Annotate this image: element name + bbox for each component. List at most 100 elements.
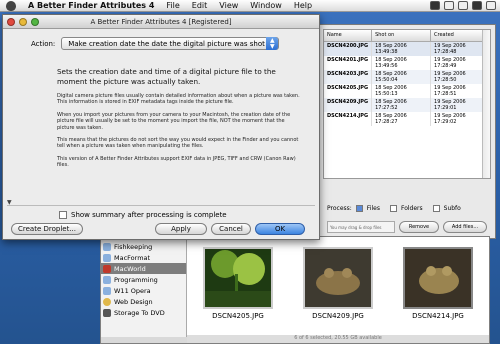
- sidebar-item-label: Fishkeeping: [114, 242, 153, 251]
- dialog-titlebar[interactable]: A Better Finder Attributes 4 [Registered…: [3, 15, 319, 29]
- create-droplet-button[interactable]: Create Droplet...: [11, 223, 83, 235]
- action-popup-value: Make creation date the date the digital …: [68, 39, 265, 48]
- folder-icon: [103, 286, 111, 295]
- menu-help[interactable]: Help: [288, 1, 318, 10]
- apply-button[interactable]: Apply: [155, 223, 207, 235]
- files-checkbox[interactable]: [355, 205, 363, 212]
- folder-icon: [103, 242, 111, 251]
- apple-menu-icon[interactable]: [6, 0, 16, 11]
- action-row: Action: Make creation date the date the …: [13, 37, 280, 50]
- file-name: DSCN4203.JPG: [324, 69, 373, 84]
- sidebar-item-label: Storage To DVD: [114, 308, 165, 317]
- sidebar-item-w11-opera[interactable]: W11 Opera: [101, 285, 186, 296]
- file-created: 19 Sep 2006 17:28:50: [430, 69, 490, 84]
- action-popup[interactable]: Make creation date the date the digital …: [61, 37, 280, 50]
- thumbnail-image[interactable]: [303, 247, 373, 309]
- file-created: 19 Sep 2006 17:28:48: [430, 41, 490, 56]
- sidebar-item-label: Programming: [114, 275, 158, 284]
- menu-extra-icon-3[interactable]: [458, 1, 468, 10]
- menu-view[interactable]: View: [213, 1, 244, 10]
- sidebar-item-web-design[interactable]: Web Design: [101, 296, 186, 307]
- file-shot-on: 18 Sep 2006 15:50:13: [371, 83, 432, 98]
- folder-icon: [103, 253, 111, 262]
- vertical-scrollbar[interactable]: [482, 30, 490, 178]
- menu-window[interactable]: Window: [244, 1, 288, 10]
- menu-extra-icon-5[interactable]: [486, 1, 496, 10]
- thumbnail-image[interactable]: [403, 247, 473, 309]
- menu-extra-icon-4[interactable]: [472, 1, 482, 10]
- file-list-window: Name Shot on Created DSCN4200.JPG 18 Sep…: [318, 24, 496, 239]
- plant-photo: [205, 249, 271, 307]
- sidebar-item-label: MacFormat: [114, 253, 151, 262]
- file-name: DSCN4201.JPG: [324, 55, 373, 70]
- file-name: DSCN4214.JPG: [324, 111, 373, 126]
- show-summary-checkbox[interactable]: [59, 211, 67, 219]
- menu-file[interactable]: File: [160, 1, 185, 10]
- thumbnail-image[interactable]: [203, 247, 273, 309]
- sidebar-item-storage-to-dvd[interactable]: Storage To DVD: [101, 307, 186, 318]
- process-options: Process: Files Folders Subfo: [327, 205, 493, 212]
- file-created: 19 Sep 2006 17:29:02: [430, 111, 490, 126]
- menu-edit[interactable]: Edit: [186, 1, 214, 10]
- file-list-table: Name Shot on Created DSCN4200.JPG 18 Sep…: [323, 29, 491, 179]
- thumbnail-caption[interactable]: DSCN4209.JPG: [296, 312, 380, 320]
- sidebar-item-programming[interactable]: Programming: [101, 274, 186, 285]
- cancel-button[interactable]: Cancel: [211, 223, 251, 235]
- updown-arrows-icon: ▲ ▼: [266, 37, 279, 50]
- description-paragraph: This version of A Better Finder Attribut…: [57, 155, 296, 169]
- file-shot-on: 18 Sep 2006 17:28:27: [371, 111, 432, 126]
- show-summary-label: Show summary after processing is complet…: [71, 211, 227, 219]
- table-row[interactable]: DSCN4209.JPG 18 Sep 2006 17:27:52 19 Sep…: [324, 97, 490, 112]
- file-shot-on: 18 Sep 2006 17:27:52: [371, 97, 432, 112]
- table-row[interactable]: DSCN4214.JPG 18 Sep 2006 17:28:27 19 Sep…: [324, 111, 490, 126]
- column-shot-on[interactable]: Shot on: [371, 30, 432, 42]
- file-created: 19 Sep 2006 17:28:49: [430, 55, 490, 70]
- finder-status-bar: 6 of 6 selected, 20.55 GB available: [187, 335, 489, 343]
- file-name: DSCN4205.JPG: [324, 83, 373, 98]
- menu-extra-icon-1[interactable]: [430, 1, 440, 10]
- file-name: DSCN4209.JPG: [324, 97, 373, 112]
- description-paragraph: Digital camera picture files usually con…: [57, 93, 300, 106]
- sidebar-item-label: W11 Opera: [114, 286, 151, 295]
- file-shot-on: 18 Sep 2006 13:49:38: [371, 41, 432, 56]
- folder-icon: [103, 264, 111, 273]
- divider: [7, 205, 315, 206]
- file-created: 19 Sep 2006 17:28:51: [430, 83, 490, 98]
- abfa-dialog: A Better Finder Attributes 4 [Registered…: [2, 14, 320, 240]
- subfolders-checkbox[interactable]: [432, 205, 440, 212]
- subfolders-label: Subfo: [443, 205, 461, 212]
- folder-icon: [103, 275, 111, 284]
- sidebar-item-macworld[interactable]: MacWorld: [101, 263, 186, 274]
- dialog-title: A Better Finder Attributes 4 [Registered…: [90, 18, 232, 26]
- column-name[interactable]: Name: [324, 30, 373, 42]
- sidebar-item-label: MacWorld: [114, 264, 146, 273]
- thumbnail-caption[interactable]: DSCN4214.JPG: [396, 312, 480, 320]
- sidebar-item-macformat[interactable]: MacFormat: [101, 252, 186, 263]
- process-label: Process:: [327, 205, 352, 212]
- menu-extra-icon-2[interactable]: [444, 1, 454, 10]
- files-label: Files: [366, 205, 380, 212]
- globe-icon: [103, 297, 111, 306]
- column-created[interactable]: Created: [430, 30, 490, 42]
- folders-checkbox[interactable]: [389, 205, 397, 212]
- table-row[interactable]: DSCN4201.JPG 18 Sep 2006 13:49:56 19 Sep…: [324, 55, 490, 70]
- menu-app-name[interactable]: A Better Finder Attributes 4: [22, 1, 160, 10]
- remove-button[interactable]: Remove: [399, 221, 439, 233]
- sidebar-item-fishkeeping[interactable]: Fishkeeping: [101, 241, 186, 252]
- finder-sidebar: Fishkeeping MacFormat MacWorld Programmi…: [101, 237, 187, 337]
- finder-window: Fishkeeping MacFormat MacWorld Programmi…: [100, 236, 490, 344]
- table-row[interactable]: DSCN4203.JPG 18 Sep 2006 15:50:04 19 Sep…: [324, 69, 490, 84]
- table-row[interactable]: DSCN4200.JPG 18 Sep 2006 13:49:38 19 Sep…: [324, 41, 490, 56]
- disc-icon: [103, 308, 111, 317]
- file-shot-on: 18 Sep 2006 13:49:56: [371, 55, 432, 70]
- action-label: Action:: [31, 39, 56, 48]
- description-paragraph: When you import your pictures from your …: [57, 111, 291, 131]
- ok-button[interactable]: OK: [255, 223, 305, 235]
- menu-bar: A Better Finder Attributes 4 File Edit V…: [0, 0, 500, 12]
- drop-hint: You may drag & drop files: [327, 221, 395, 233]
- frog-photo: [305, 249, 371, 307]
- table-row[interactable]: DSCN4205.JPG 18 Sep 2006 15:50:13 19 Sep…: [324, 83, 490, 98]
- folders-label: Folders: [400, 205, 423, 212]
- add-files-button[interactable]: Add files...: [443, 221, 487, 233]
- thumbnail-caption[interactable]: DSCN4205.JPG: [196, 312, 280, 320]
